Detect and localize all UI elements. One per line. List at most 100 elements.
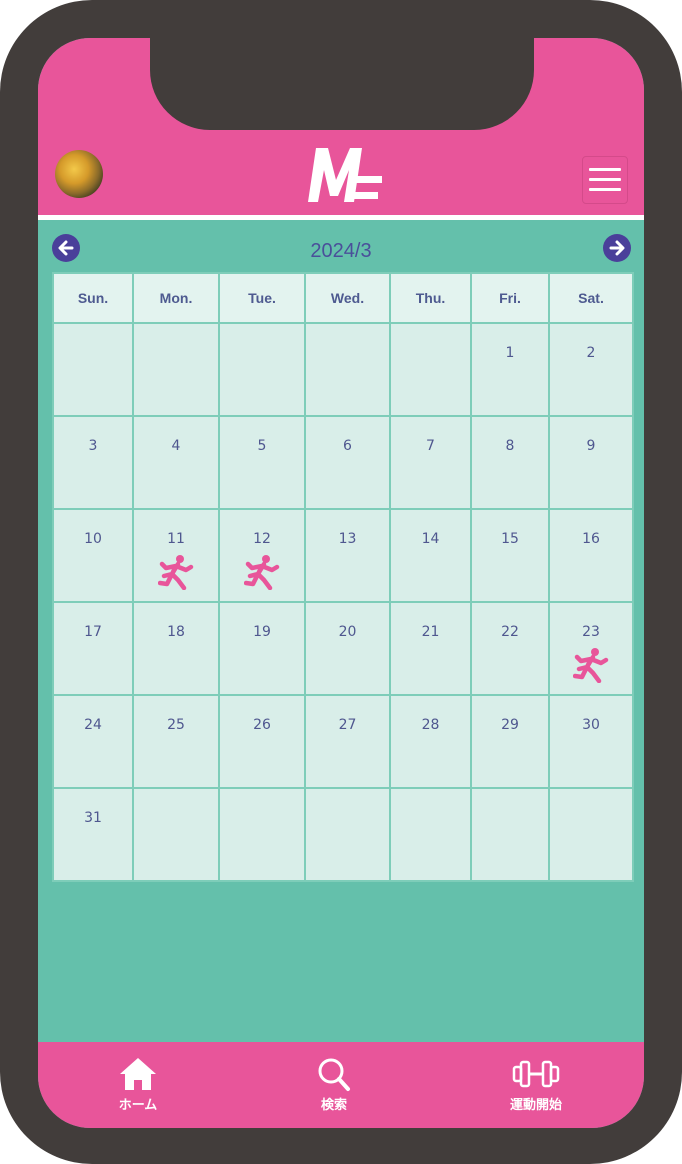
calendar-week-row: 24 25 26 27 28 29 30 [52,694,634,789]
calendar-day-1[interactable]: 1 [470,322,550,417]
phone-frame: 2024/3 Sun. Mon. Tue. Wed. Thu. Fri. Sat… [0,0,682,1164]
day-number: 20 [338,624,357,640]
calendar-day-24[interactable]: 24 [52,694,134,789]
app-logo[interactable] [300,144,390,204]
calendar-day-6[interactable]: 6 [304,415,391,510]
weekday-thu: Thu. [389,272,472,324]
day-number: 1 [505,345,515,361]
day-number: 30 [582,717,600,733]
calendar-day-14[interactable]: 14 [389,508,472,603]
calendar-day-10[interactable]: 10 [52,508,134,603]
calendar-week-row: 12 [52,322,634,417]
nav-start-exercise[interactable]: 運動開始 [476,1056,596,1113]
calendar-empty-cell [132,787,220,882]
day-number: 15 [501,531,519,547]
weekday-sat: Sat. [548,272,634,324]
phone-notch [150,38,534,130]
calendar-day-30[interactable]: 30 [548,694,634,789]
day-number: 2 [586,345,596,361]
calendar-day-9[interactable]: 9 [548,415,634,510]
weekday-header-row: Sun. Mon. Tue. Wed. Thu. Fri. Sat. [52,272,634,324]
calendar-day-28[interactable]: 28 [389,694,472,789]
calendar-day-15[interactable]: 15 [470,508,550,603]
day-number: 6 [343,438,352,454]
day-number: 23 [582,624,600,640]
weekday-sun: Sun. [52,272,134,324]
day-number: 14 [421,531,440,547]
day-number: 26 [253,717,271,733]
calendar-panel: 2024/3 Sun. Mon. Tue. Wed. Thu. Fri. Sat… [38,220,644,1042]
calendar-week-row: 10 11 12 13 14 15 16 [52,508,634,603]
weekday-fri: Fri. [470,272,550,324]
day-number: 28 [421,717,440,733]
calendar-day-19[interactable]: 19 [218,601,306,696]
day-number: 5 [257,438,267,454]
calendar-day-13[interactable]: 13 [304,508,391,603]
calendar-day-18[interactable]: 18 [132,601,220,696]
calendar-day-25[interactable]: 25 [132,694,220,789]
calendar-day-12[interactable]: 12 [218,508,306,603]
day-number: 12 [253,531,271,547]
day-number: 11 [167,531,185,547]
day-number: 13 [338,531,357,547]
calendar-empty-cell [304,787,391,882]
calendar-day-5[interactable]: 5 [218,415,306,510]
calendar-day-29[interactable]: 29 [470,694,550,789]
calendar-week-row: 31 [52,787,634,882]
arrow-right-icon [609,240,625,256]
hamburger-icon [589,168,621,171]
calendar-day-17[interactable]: 17 [52,601,134,696]
day-number: 8 [505,438,515,454]
nav-start-exercise-label: 運動開始 [509,1098,562,1113]
day-number: 18 [167,624,185,640]
profile-avatar[interactable] [55,150,103,198]
calendar-day-7[interactable]: 7 [389,415,472,510]
calendar-day-11[interactable]: 11 [132,508,220,603]
app-screen: 2024/3 Sun. Mon. Tue. Wed. Thu. Fri. Sat… [38,38,644,1128]
calendar-day-16[interactable]: 16 [548,508,634,603]
day-number: 9 [586,438,596,454]
calendar-empty-cell [548,787,634,882]
weekday-mon: Mon. [132,272,220,324]
day-number: 4 [171,438,181,454]
home-icon [120,1058,156,1090]
day-number: 16 [582,531,600,547]
calendar-day-22[interactable]: 22 [470,601,550,696]
nav-search-label: 検索 [320,1098,347,1113]
calendar-week-row: 17 18 19 20 21 22 23 [52,601,634,696]
day-number: 3 [88,438,98,454]
nav-home[interactable]: ホーム [78,1056,198,1113]
calendar-empty-cell [304,322,391,417]
calendar-day-21[interactable]: 21 [389,601,472,696]
day-number: 25 [167,717,185,733]
search-icon [318,1058,350,1091]
day-number: 22 [501,624,519,640]
month-title: 2024/3 [310,240,372,262]
day-number: 27 [338,717,357,733]
calendar-day-4[interactable]: 4 [132,415,220,510]
day-number: 7 [426,438,435,454]
next-month-button[interactable] [603,234,631,262]
calendar-grid: Sun. Mon. Tue. Wed. Thu. Fri. Sat. 12345… [52,272,634,882]
nav-home-label: ホーム [118,1098,158,1113]
calendar-day-20[interactable]: 20 [304,601,391,696]
calendar-day-27[interactable]: 27 [304,694,391,789]
calendar-day-8[interactable]: 8 [470,415,550,510]
calendar-empty-cell [218,787,306,882]
day-number: 29 [501,717,519,733]
weekday-wed: Wed. [304,272,391,324]
calendar-day-26[interactable]: 26 [218,694,306,789]
calendar-day-23[interactable]: 23 [548,601,634,696]
running-person-icon [158,555,194,590]
nav-search[interactable]: 検索 [274,1056,394,1113]
dumbbell-icon [512,1060,560,1088]
calendar-empty-cell [132,322,220,417]
calendar-day-3[interactable]: 3 [52,415,134,510]
calendar-day-31[interactable]: 31 [52,787,134,882]
hamburger-menu-button[interactable] [582,156,628,204]
calendar-empty-cell [389,322,472,417]
calendar-empty-cell [52,322,134,417]
calendar-day-2[interactable]: 2 [548,322,634,417]
app-header [38,38,644,215]
day-number: 21 [421,624,440,640]
